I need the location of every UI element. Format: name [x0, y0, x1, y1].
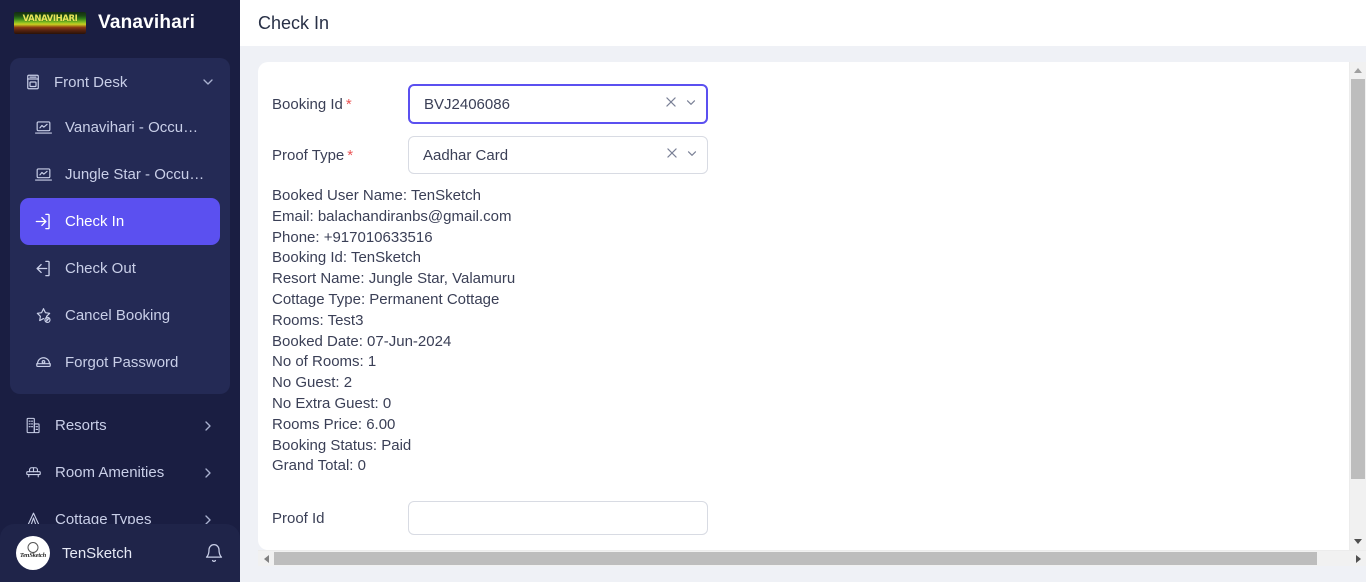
sidebar-item-check-out[interactable]: Check Out [20, 245, 220, 292]
sidebar-item-label: Forgot Password [65, 354, 179, 371]
brand-title: Vanavihari [98, 12, 196, 33]
scroll-up-arrow[interactable] [1350, 62, 1366, 79]
booking-id-select-icons [664, 95, 698, 114]
sidebar-user-footer[interactable]: TenSketch TenSketch [0, 524, 240, 582]
avatar[interactable]: TenSketch [16, 536, 50, 570]
nav-group-header-front-desk[interactable]: Front Desk [10, 62, 230, 102]
proof-id-row: Proof Id [272, 501, 1349, 536]
required-marker: * [347, 146, 354, 164]
sidebar-item-resorts[interactable]: Resorts [10, 402, 230, 449]
detail-line: Booking Id: TenSketch [272, 249, 421, 267]
sidebar-item-label: Cancel Booking [65, 307, 171, 324]
proof-type-value: Aadhar Card [423, 146, 509, 164]
booking-details: Booked User Name: TenSketch Email: balac… [272, 186, 1349, 477]
horizontal-scrollbar[interactable] [258, 550, 1366, 566]
sidebar-nav: Front Desk Vanavihari - Occupan... Jungl… [0, 46, 240, 524]
occupancy-chart-icon [34, 165, 53, 184]
proof-type-row: Proof Type * Aadhar Card [272, 136, 1349, 174]
check-in-card: Booking Id * BVJ2406086 Proof Type * Aad… [258, 62, 1366, 550]
booking-id-value: BVJ2406086 [424, 95, 510, 113]
sidebar-item-vanavihari-occupancy[interactable]: Vanavihari - Occupan... [20, 104, 220, 151]
nav-sub-list: Vanavihari - Occupan... Jungle Star - Oc… [10, 104, 230, 386]
sidebar-item-label: Check Out [65, 260, 136, 277]
sidebar-user-name: TenSketch [62, 544, 133, 562]
resorts-icon [24, 416, 43, 435]
vertical-scrollbar[interactable] [1349, 62, 1366, 550]
check-in-icon [34, 212, 53, 231]
vertical-scroll-thumb[interactable] [1351, 79, 1365, 479]
detail-line: Booking Status: Paid [272, 436, 412, 454]
sidebar-item-label: Room Amenities [55, 464, 165, 481]
chevron-down-icon[interactable] [685, 146, 699, 165]
detail-line: Cottage Type: Permanent Cottage [272, 290, 500, 308]
sidebar-item-forgot-password[interactable]: Forgot Password [20, 339, 220, 386]
proof-type-select-icons [665, 146, 699, 165]
sidebar-item-cottage-types[interactable]: Cottage Types [10, 496, 230, 524]
chevron-right-icon [200, 512, 216, 524]
check-in-form: Booking Id * BVJ2406086 Proof Type * Aad… [258, 62, 1349, 550]
sidebar-item-cancel-booking[interactable]: Cancel Booking [20, 292, 220, 339]
cancel-booking-icon [34, 306, 53, 325]
sidebar-item-label: Vanavihari - Occupan... [65, 119, 206, 136]
app-root: Vanavihari Front Desk [0, 0, 1366, 582]
front-desk-icon [24, 73, 42, 91]
brand[interactable]: Vanavihari [0, 0, 240, 46]
detail-line: Resort Name: Jungle Star, Valamuru [272, 270, 516, 288]
detail-line: Email: balachandiranbs@gmail.com [272, 207, 512, 225]
chevron-right-icon [200, 418, 216, 434]
top-bar: Check In [240, 0, 1366, 46]
sidebar-item-label: Resorts [55, 417, 107, 434]
booking-id-label-text: Booking Id [272, 95, 343, 113]
chevron-down-icon [200, 74, 216, 90]
main-area: Check In Booking Id * BVJ2406086 Proof T… [240, 0, 1366, 582]
sidebar-item-room-amenities[interactable]: Room Amenities [10, 449, 230, 496]
content-wrapper: Booking Id * BVJ2406086 Proof Type * Aad… [240, 46, 1366, 550]
chevron-down-icon[interactable] [684, 95, 698, 114]
scroll-right-arrow[interactable] [1350, 551, 1366, 566]
booking-id-row: Booking Id * BVJ2406086 [272, 84, 1349, 124]
chevron-right-icon [200, 465, 216, 481]
booking-id-label: Booking Id * [272, 96, 408, 113]
check-out-icon [34, 259, 53, 278]
detail-line: No Guest: 2 [272, 374, 353, 392]
required-marker: * [345, 95, 352, 113]
detail-line: No Extra Guest: 0 [272, 394, 392, 412]
detail-line: Rooms: Test3 [272, 311, 364, 329]
proof-id-input[interactable] [408, 501, 708, 536]
nav-group-front-desk: Front Desk Vanavihari - Occupan... Jungl… [10, 58, 230, 394]
cottage-types-icon [24, 510, 43, 524]
detail-line: No of Rooms: 1 [272, 353, 377, 371]
clear-icon[interactable] [665, 146, 679, 165]
forgot-password-icon [34, 353, 53, 372]
bottom-spacer [240, 566, 1366, 582]
proof-type-label: Proof Type * [272, 147, 408, 164]
detail-line: Grand Total: 0 [272, 457, 366, 475]
notification-bell-icon[interactable] [204, 543, 224, 563]
page-title: Check In [258, 12, 330, 33]
sidebar-item-jungle-star-occupancy[interactable]: Jungle Star - Occupa... [20, 151, 220, 198]
sidebar-item-label: Jungle Star - Occupa... [65, 166, 206, 183]
horizontal-scroll-track[interactable] [274, 551, 1350, 566]
sidebar-item-label: Check In [65, 213, 125, 230]
nav-group-label: Front Desk [54, 73, 128, 91]
booking-id-select[interactable]: BVJ2406086 [408, 84, 708, 124]
occupancy-chart-icon [34, 118, 53, 137]
detail-line: Rooms Price: 6.00 [272, 415, 396, 433]
vanavihari-logo-icon [14, 12, 86, 34]
proof-type-select[interactable]: Aadhar Card [408, 136, 708, 174]
detail-line: Phone: +917010633516 [272, 228, 433, 246]
sidebar-item-check-in[interactable]: Check In [20, 198, 220, 245]
scroll-left-arrow[interactable] [258, 551, 274, 566]
scroll-down-arrow[interactable] [1350, 533, 1366, 550]
detail-line: Booked Date: 07-Jun-2024 [272, 332, 452, 350]
avatar-label: TenSketch [19, 552, 47, 560]
sidebar: Vanavihari Front Desk [0, 0, 240, 582]
sidebar-item-label: Cottage Types [55, 511, 152, 524]
room-amenities-icon [24, 463, 43, 482]
clear-icon[interactable] [664, 95, 678, 114]
detail-line: Booked User Name: TenSketch [272, 187, 481, 204]
proof-type-label-text: Proof Type [272, 146, 345, 164]
horizontal-scroll-thumb[interactable] [274, 552, 1317, 565]
proof-id-label: Proof Id [272, 509, 325, 527]
